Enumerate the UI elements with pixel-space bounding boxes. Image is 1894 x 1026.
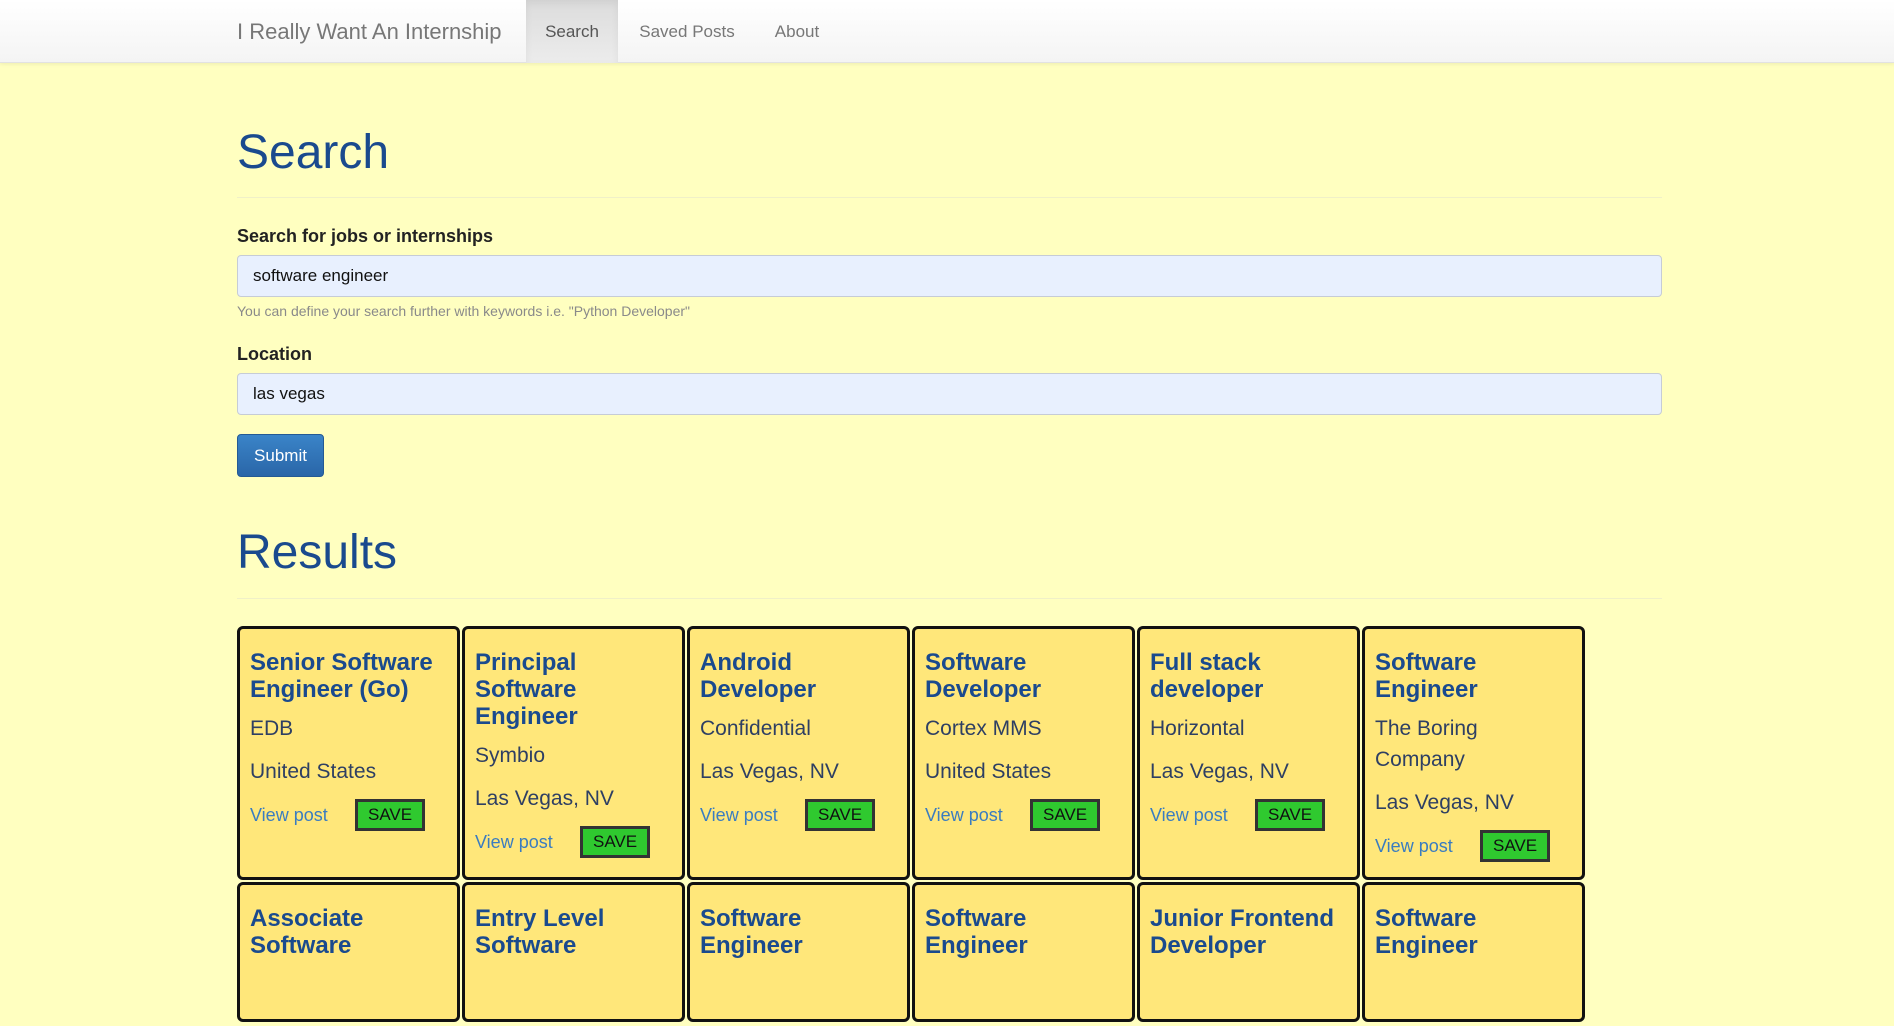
nav-tab-about[interactable]: About xyxy=(756,0,838,63)
nav-tab-search[interactable]: Search xyxy=(526,0,618,63)
result-card: Full stack developer Horizontal Las Vega… xyxy=(1137,626,1360,880)
result-card: Entry Level Software xyxy=(462,882,685,1022)
card-title: Associate Software xyxy=(250,905,364,959)
query-help-text: You can define your search further with … xyxy=(237,303,690,319)
view-post-link[interactable]: View post xyxy=(250,805,355,826)
top-navbar: I Really Want An Internship Search Saved… xyxy=(0,0,1894,63)
card-company: Confidential xyxy=(700,717,811,740)
card-company: Horizontal xyxy=(1150,717,1245,740)
result-card: Associate Software xyxy=(237,882,460,1022)
card-title: Android Developer xyxy=(700,649,817,703)
result-card: Software Engineer xyxy=(1362,882,1585,1022)
card-actions: View post SAVE xyxy=(925,799,1122,831)
card-location: United States xyxy=(925,760,1052,783)
card-title: Software Engineer xyxy=(925,905,1028,959)
results-divider xyxy=(237,598,1662,599)
card-title: Software Developer xyxy=(925,649,1042,703)
navbar-brand[interactable]: I Really Want An Internship xyxy=(237,0,502,63)
results-grid: Senior Software Engineer (Go) EDB United… xyxy=(237,626,1662,1026)
result-card: Principal Software Engineer Symbio Las V… xyxy=(462,626,685,880)
search-heading: Search xyxy=(237,126,390,179)
save-button[interactable]: SAVE xyxy=(580,826,651,858)
view-post-link[interactable]: View post xyxy=(1150,805,1255,826)
save-button[interactable]: SAVE xyxy=(1255,799,1326,831)
card-title: Software Engineer xyxy=(700,905,803,959)
result-card: Android Developer Confidential Las Vegas… xyxy=(687,626,910,880)
card-location: United States xyxy=(250,760,377,783)
card-actions: View post SAVE xyxy=(700,799,897,831)
view-post-link[interactable]: View post xyxy=(700,805,805,826)
save-button[interactable]: SAVE xyxy=(805,799,876,831)
card-actions: View post SAVE xyxy=(1375,830,1572,862)
card-actions: View post SAVE xyxy=(475,826,672,858)
result-card: Software Engineer xyxy=(687,882,910,1022)
card-company: The Boring Company xyxy=(1375,717,1478,771)
card-title: Junior Frontend Developer xyxy=(1150,905,1334,959)
result-card: Software Engineer xyxy=(912,882,1135,1022)
result-card: Senior Software Engineer (Go) EDB United… xyxy=(237,626,460,880)
result-card: Software Engineer The Boring Company Las… xyxy=(1362,626,1585,880)
submit-button[interactable]: Submit xyxy=(237,434,324,477)
search-divider xyxy=(237,197,1662,198)
save-button[interactable]: SAVE xyxy=(1480,830,1551,862)
card-title: Principal Software Engineer xyxy=(475,649,578,730)
card-location: Las Vegas, NV xyxy=(475,787,614,810)
save-button[interactable]: SAVE xyxy=(355,799,426,831)
card-location: Las Vegas, NV xyxy=(700,760,839,783)
save-button[interactable]: SAVE xyxy=(1030,799,1101,831)
results-heading: Results xyxy=(237,526,398,579)
card-title: Software Engineer xyxy=(1375,905,1478,959)
card-location: Las Vegas, NV xyxy=(1150,760,1289,783)
card-actions: View post SAVE xyxy=(1150,799,1347,831)
view-post-link[interactable]: View post xyxy=(1375,836,1480,857)
location-label: Location xyxy=(237,344,312,364)
query-input[interactable] xyxy=(237,255,1662,297)
card-company: EDB xyxy=(250,717,294,740)
view-post-link[interactable]: View post xyxy=(475,832,580,853)
view-post-link[interactable]: View post xyxy=(925,805,1030,826)
card-title: Entry Level Software xyxy=(475,905,605,959)
nav-tab-saved-posts[interactable]: Saved Posts xyxy=(618,0,756,63)
result-card: Software Developer Cortex MMS United Sta… xyxy=(912,626,1135,880)
location-input[interactable] xyxy=(237,373,1662,415)
card-title: Senior Software Engineer (Go) xyxy=(250,649,433,703)
card-actions: View post SAVE xyxy=(250,799,447,831)
card-company: Cortex MMS xyxy=(925,717,1042,740)
query-label: Search for jobs or internships xyxy=(237,226,494,246)
card-location: Las Vegas, NV xyxy=(1375,791,1514,814)
card-title: Software Engineer xyxy=(1375,649,1478,703)
card-company: Symbio xyxy=(475,744,546,767)
card-title: Full stack developer xyxy=(1150,649,1264,703)
result-card: Junior Frontend Developer xyxy=(1137,882,1360,1022)
